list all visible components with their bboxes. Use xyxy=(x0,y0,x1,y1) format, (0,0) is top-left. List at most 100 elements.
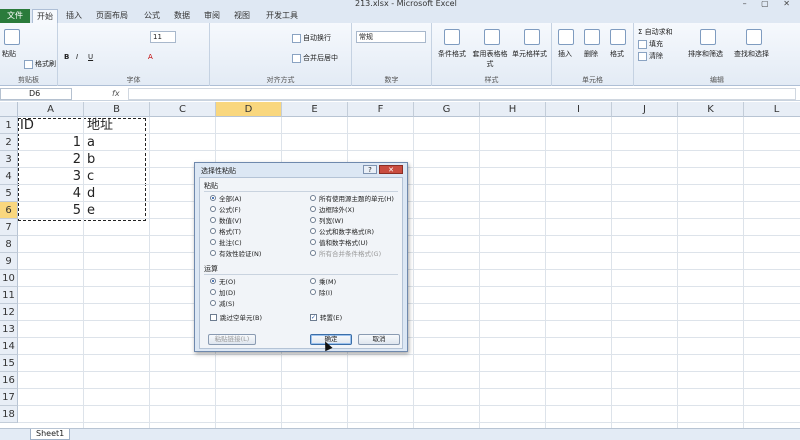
skip-blanks-checkbox[interactable]: 跳过空单元(B) xyxy=(210,313,262,323)
cell-b1[interactable]: 地址 xyxy=(87,117,113,134)
column-header-c[interactable]: C xyxy=(150,102,216,117)
paste-button[interactable]: 粘贴 xyxy=(2,49,16,59)
column-header-a[interactable]: A xyxy=(18,102,84,117)
clear-button[interactable]: 清除 xyxy=(638,51,663,61)
ok-button[interactable]: 确定 xyxy=(310,334,352,345)
paste-option-right-radio-5[interactable]: 所有合并条件格式(G) xyxy=(310,250,381,259)
fx-icon[interactable]: fx xyxy=(112,87,120,101)
operation-radio-1[interactable]: 加(D) xyxy=(210,289,236,298)
cancel-button[interactable]: 取消 xyxy=(358,334,400,345)
underline-button[interactable]: U xyxy=(88,53,93,61)
column-header-b[interactable]: B xyxy=(84,102,150,117)
format-cells-button[interactable]: 格式 xyxy=(610,49,624,59)
format-cells-icon[interactable] xyxy=(610,29,626,45)
tab-view[interactable]: 视图 xyxy=(230,9,254,23)
cell-a2[interactable]: 1 xyxy=(18,134,81,151)
delete-cells-button[interactable]: 删除 xyxy=(584,49,598,59)
italic-button[interactable]: I xyxy=(76,53,78,61)
tab-page-layout[interactable]: 页面布局 xyxy=(92,9,132,23)
paste-option-right-radio-3[interactable]: 公式和数字格式(R) xyxy=(310,228,374,237)
row-header-6[interactable]: 6 xyxy=(0,202,18,219)
operation-radio-2[interactable]: 减(S) xyxy=(210,300,235,309)
row-header-9[interactable]: 9 xyxy=(0,253,18,270)
row-header-13[interactable]: 13 xyxy=(0,321,18,338)
column-header-h[interactable]: H xyxy=(480,102,546,117)
conditional-format-button[interactable]: 条件格式 xyxy=(438,49,466,59)
paste-option-radio-3[interactable]: 格式(T) xyxy=(210,228,241,237)
select-all-corner[interactable] xyxy=(0,102,18,117)
operation-right-radio-1[interactable]: 除(I) xyxy=(310,289,333,298)
cell-style-button[interactable]: 单元格样式 xyxy=(512,49,547,59)
conditional-format-icon[interactable] xyxy=(444,29,460,45)
row-header-15[interactable]: 15 xyxy=(0,355,18,372)
column-header-f[interactable]: F xyxy=(348,102,414,117)
formula-input[interactable] xyxy=(128,88,796,100)
merge-center-button[interactable]: 合并后居中 xyxy=(292,53,338,63)
table-format-icon[interactable] xyxy=(484,29,500,45)
transpose-checkbox[interactable]: ✓ 转置(E) xyxy=(310,313,342,323)
cell-b6[interactable]: e xyxy=(87,202,95,219)
close-button[interactable]: ✕ xyxy=(379,165,403,174)
sort-filter-icon[interactable] xyxy=(700,29,716,45)
paste-link-button[interactable]: 粘贴链接(L) xyxy=(208,334,256,345)
column-header-d[interactable]: D xyxy=(216,102,282,117)
number-format-select[interactable]: 常规 xyxy=(356,31,426,43)
paste-option-right-radio-4[interactable]: 值和数字格式(U) xyxy=(310,239,368,248)
font-size-select[interactable]: 11 xyxy=(150,31,176,43)
paste-option-right-radio-2[interactable]: 列宽(W) xyxy=(310,217,344,226)
column-header-k[interactable]: K xyxy=(678,102,744,117)
column-header-g[interactable]: G xyxy=(414,102,480,117)
tab-formulas[interactable]: 公式 xyxy=(140,9,164,23)
name-box[interactable]: D6 xyxy=(0,88,72,100)
format-painter-button[interactable]: 格式刷 xyxy=(24,59,56,69)
tab-file[interactable]: 文件 xyxy=(0,9,30,23)
row-header-7[interactable]: 7 xyxy=(0,219,18,236)
paste-option-right-radio-0[interactable]: 所有使用源主题的单元(H) xyxy=(310,195,394,204)
paste-option-radio-4[interactable]: 批注(C) xyxy=(210,239,242,248)
row-header-5[interactable]: 5 xyxy=(0,185,18,202)
column-header-i[interactable]: I xyxy=(546,102,612,117)
paste-option-radio-1[interactable]: 公式(F) xyxy=(210,206,241,215)
sort-filter-button[interactable]: 排序和筛选 xyxy=(688,49,723,59)
cell-b2[interactable]: a xyxy=(87,134,95,151)
insert-cells-icon[interactable] xyxy=(558,29,574,45)
row-header-2[interactable]: 2 xyxy=(0,134,18,151)
cell-a1[interactable]: ID xyxy=(20,117,34,134)
font-color-button[interactable]: A xyxy=(148,53,153,61)
help-button[interactable]: ? xyxy=(363,165,377,174)
cell-a4[interactable]: 3 xyxy=(18,168,81,185)
row-header-8[interactable]: 8 xyxy=(0,236,18,253)
paste-option-radio-0[interactable]: 全部(A) xyxy=(210,195,242,204)
paste-icon[interactable] xyxy=(4,29,20,45)
find-select-icon[interactable] xyxy=(746,29,762,45)
fill-button[interactable]: 填充 xyxy=(638,39,663,49)
window-controls[interactable]: – ▢ ✕ xyxy=(743,0,796,8)
wrap-text-button[interactable]: 自动换行 xyxy=(292,33,331,43)
row-header-14[interactable]: 14 xyxy=(0,338,18,355)
row-header-1[interactable]: 1 xyxy=(0,117,18,134)
find-select-button[interactable]: 查找和选择 xyxy=(734,49,769,59)
paste-option-radio-2[interactable]: 数值(V) xyxy=(210,217,242,226)
operation-radio-0[interactable]: 无(O) xyxy=(210,278,236,287)
tab-developer[interactable]: 开发工具 xyxy=(262,9,302,23)
sheet-tab[interactable]: Sheet1 xyxy=(30,429,71,440)
tab-data[interactable]: 数据 xyxy=(170,9,194,23)
cell-b4[interactable]: c xyxy=(87,168,94,185)
column-header-j[interactable]: J xyxy=(612,102,678,117)
bold-button[interactable]: B xyxy=(64,53,69,61)
row-header-11[interactable]: 11 xyxy=(0,287,18,304)
paste-option-right-radio-1[interactable]: 边框除外(X) xyxy=(310,206,355,215)
cell-style-icon[interactable] xyxy=(524,29,540,45)
tab-review[interactable]: 审阅 xyxy=(200,9,224,23)
row-header-12[interactable]: 12 xyxy=(0,304,18,321)
cell-a3[interactable]: 2 xyxy=(18,151,81,168)
delete-cells-icon[interactable] xyxy=(584,29,600,45)
row-header-4[interactable]: 4 xyxy=(0,168,18,185)
row-header-3[interactable]: 3 xyxy=(0,151,18,168)
tab-insert[interactable]: 插入 xyxy=(62,9,86,23)
row-header-18[interactable]: 18 xyxy=(0,406,18,423)
column-header-l[interactable]: L xyxy=(744,102,800,117)
cell-a5[interactable]: 4 xyxy=(18,185,81,202)
cell-b5[interactable]: d xyxy=(87,185,95,202)
row-header-17[interactable]: 17 xyxy=(0,389,18,406)
